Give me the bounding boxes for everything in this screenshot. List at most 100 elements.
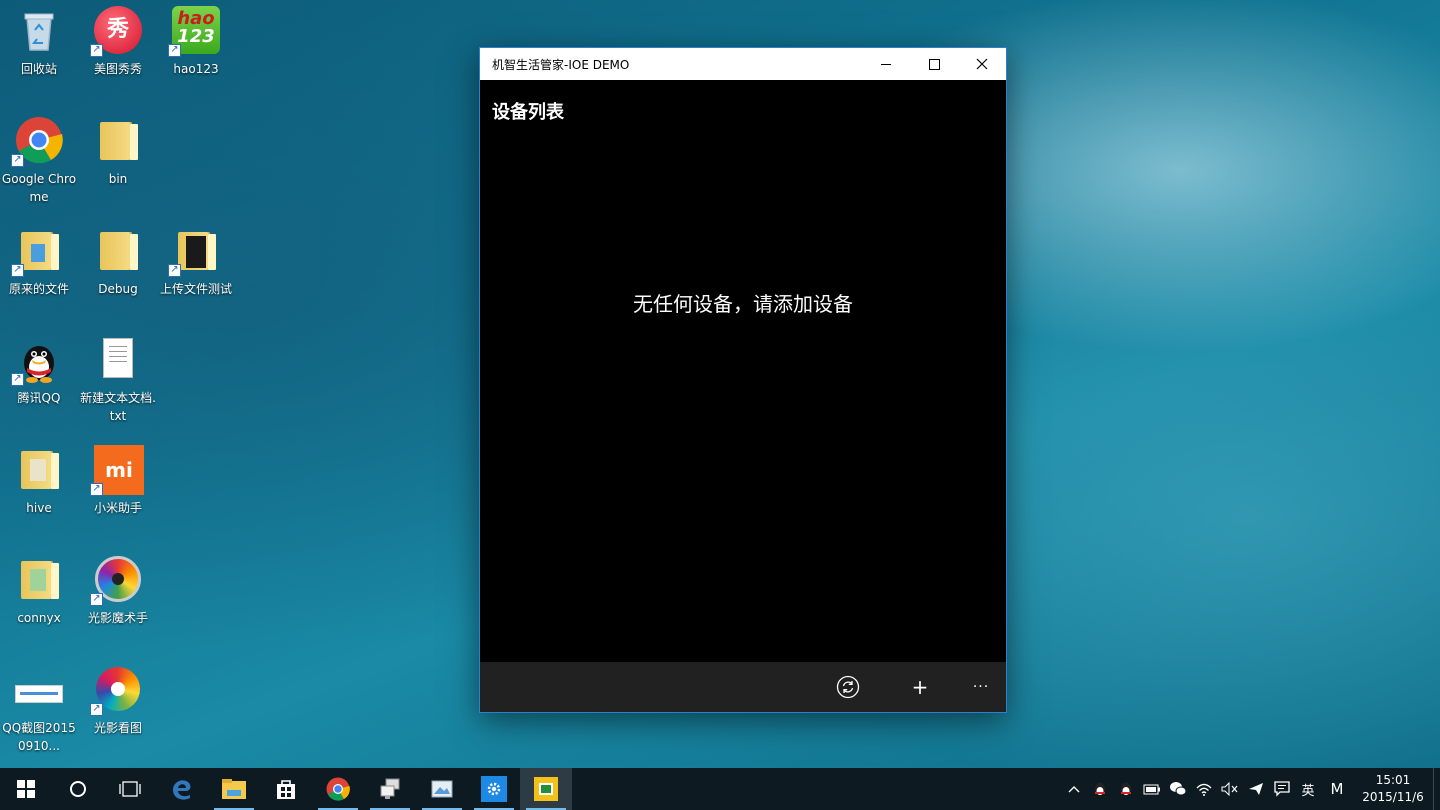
desktop-icon-label: 上传文件测试 xyxy=(159,282,232,296)
tray-send[interactable] xyxy=(1243,768,1269,810)
desktop-icon-hao123[interactable]: hao 123 ↗ hao123 xyxy=(157,6,235,78)
wechat-icon xyxy=(1170,782,1187,796)
desktop-icon-label: 小米助手 xyxy=(93,501,142,515)
close-button[interactable] xyxy=(958,48,1006,80)
tray-qq-2[interactable] xyxy=(1113,768,1139,810)
search-button[interactable] xyxy=(52,768,104,810)
minimize-button[interactable] xyxy=(862,48,910,80)
desktop-icon-tencent-qq[interactable]: ↗ 腾讯QQ xyxy=(0,335,78,407)
taskbar-file-explorer[interactable] xyxy=(208,768,260,810)
shortcut-arrow-icon: ↗ xyxy=(90,703,103,716)
taskbar-settings[interactable] xyxy=(468,768,520,810)
chevron-up-icon xyxy=(1068,786,1080,793)
desktop-icon-mi-assistant[interactable]: mi ↗ 小米助手 xyxy=(79,445,157,517)
tray-wechat[interactable] xyxy=(1165,768,1191,810)
shortcut-arrow-icon: ↗ xyxy=(11,154,24,167)
desktop-icon-label: 美图秀秀 xyxy=(93,62,142,76)
desktop-icon-label: 原来的文件 xyxy=(8,282,69,296)
store-bag-icon xyxy=(277,780,295,799)
folder-icon: ↗ xyxy=(168,226,220,277)
desktop-icon-qq-screenshot[interactable]: QQ截图20150910... xyxy=(0,665,78,755)
cortana-circle-icon xyxy=(70,781,86,797)
desktop-icon-upload-test[interactable]: ↗ 上传文件测试 xyxy=(157,226,235,298)
shortcut-arrow-icon: ↗ xyxy=(168,264,181,277)
taskbar-store[interactable] xyxy=(260,768,312,810)
shortcut-arrow-icon: ↗ xyxy=(11,264,24,277)
tray-battery[interactable] xyxy=(1139,768,1165,810)
meitu-xiuxiu-icon: 秀 ↗ xyxy=(90,6,142,57)
chrome-icon xyxy=(326,777,350,801)
maximize-button[interactable] xyxy=(910,48,958,80)
settings-gear-icon xyxy=(481,776,507,802)
task-view-button[interactable] xyxy=(104,768,156,810)
page-title: 设备列表 xyxy=(492,102,564,123)
desktop-icon-debug[interactable]: Debug xyxy=(79,226,157,298)
taskbar-remote-desktop[interactable] xyxy=(364,768,416,810)
tray-wifi[interactable] xyxy=(1191,768,1217,810)
ime-mode-button[interactable]: M xyxy=(1321,768,1353,810)
desktop-icon-bin[interactable]: bin xyxy=(79,116,157,188)
taskbar-clock[interactable]: 15:01 2015/11/6 xyxy=(1353,772,1433,806)
window-titlebar[interactable]: 机智生活管家-IOE DEMO xyxy=(480,48,1006,80)
tray-qq-1[interactable] xyxy=(1087,768,1113,810)
action-center-button[interactable] xyxy=(1269,768,1295,810)
desktop-icon-label: 回收站 xyxy=(20,62,57,76)
shortcut-arrow-icon: ↗ xyxy=(90,593,103,606)
mi-glyph: mi xyxy=(105,458,133,482)
shortcut-arrow-icon: ↗ xyxy=(11,373,24,386)
desktop-icon-label: 腾讯QQ xyxy=(17,391,61,405)
more-icon: ··· xyxy=(972,679,990,695)
desktop-icon-guangying-kantu[interactable]: ↗ 光影看图 xyxy=(79,665,157,737)
qq-tray-icon xyxy=(1095,782,1105,796)
shortcut-arrow-icon: ↗ xyxy=(168,44,181,57)
folder-icon xyxy=(15,445,63,493)
add-icon: + xyxy=(911,675,929,699)
desktop-icon-hive[interactable]: hive xyxy=(0,445,78,517)
taskbar: 英 M 15:01 2015/11/6 xyxy=(0,768,1440,810)
more-options-button[interactable]: ··· xyxy=(961,662,1001,712)
qq-penguin-icon: ↗ xyxy=(11,335,63,386)
start-button[interactable] xyxy=(0,768,52,810)
desktop-icon-new-text-document[interactable]: 新建文本文档.txt xyxy=(79,335,157,425)
taskbar-smart-home-app[interactable] xyxy=(520,768,572,810)
desktop-icon-connyx[interactable]: connyx xyxy=(0,555,78,627)
add-device-button[interactable]: + xyxy=(900,662,940,712)
desktop-icon-original-files[interactable]: ↗ 原来的文件 xyxy=(0,226,78,298)
empty-state-message: 无任何设备，请添加设备 xyxy=(633,292,853,316)
volume-muted-icon xyxy=(1221,782,1238,796)
chrome-icon: ↗ xyxy=(11,116,63,167)
shortcut-arrow-icon: ↗ xyxy=(90,44,103,57)
desktop-icon-label: Google Chrome xyxy=(1,172,77,204)
system-tray: 英 M 15:01 2015/11/6 xyxy=(1061,768,1440,810)
color-wheel-icon: ↗ xyxy=(90,665,142,716)
taskbar-image-viewer[interactable] xyxy=(416,768,468,810)
desktop-icon-guangying-moshushou[interactable]: ↗ 光影魔术手 xyxy=(79,555,157,627)
battery-icon xyxy=(1143,784,1160,795)
show-desktop-button[interactable] xyxy=(1433,768,1440,810)
aperture-icon: ↗ xyxy=(90,555,142,606)
desktop-icon-google-chrome[interactable]: ↗ Google Chrome xyxy=(0,116,78,206)
desktop-icon-label: Debug xyxy=(98,282,138,296)
window-title: 机智生活管家-IOE DEMO xyxy=(492,57,630,72)
notification-icon xyxy=(1274,781,1290,797)
desktop-icon-label: QQ截图20150910... xyxy=(2,721,76,753)
show-hidden-icons-button[interactable] xyxy=(1061,768,1087,810)
ime-language-button[interactable]: 英 xyxy=(1295,768,1321,810)
taskbar-chrome[interactable] xyxy=(312,768,364,810)
desktop-icon-label: 光影魔术手 xyxy=(87,611,148,625)
folder-icon xyxy=(94,116,142,164)
app-window[interactable]: 机智生活管家-IOE DEMO 设备列表 无任何设备，请添加设备 + ··· xyxy=(479,47,1007,713)
desktop-icon-recycle-bin[interactable]: 回收站 xyxy=(0,6,78,78)
refresh-icon xyxy=(836,675,860,699)
refresh-button[interactable] xyxy=(828,662,868,712)
tray-volume[interactable] xyxy=(1217,768,1243,810)
recycle-bin-icon xyxy=(15,6,63,54)
task-view-icon xyxy=(119,781,141,797)
taskbar-edge[interactable] xyxy=(156,768,208,810)
desktop-icon-meitu[interactable]: 秀 ↗ 美图秀秀 xyxy=(79,6,157,78)
photo-viewer-icon xyxy=(431,780,453,798)
maximize-icon xyxy=(928,58,940,70)
close-icon xyxy=(976,58,988,70)
clock-date: 2015/11/6 xyxy=(1362,790,1424,804)
minimize-icon xyxy=(881,63,891,65)
